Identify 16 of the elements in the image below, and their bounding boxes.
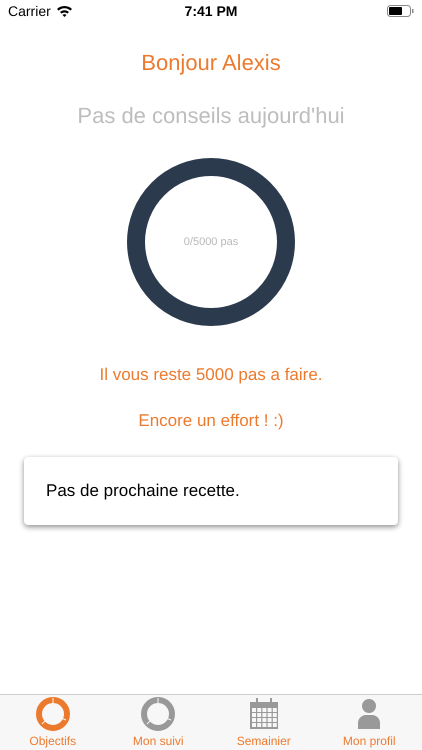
greeting: Bonjour Alexis bbox=[141, 50, 281, 76]
remaining-steps-text: Il vous reste 5000 pas a faire. bbox=[99, 365, 323, 385]
encouragement-text: Encore un effort ! :) bbox=[138, 411, 284, 431]
tab[interactable]: Semainier bbox=[211, 695, 316, 750]
tab[interactable]: Mon suivi bbox=[106, 695, 211, 750]
tab[interactable]: Objectifs bbox=[0, 695, 106, 750]
battery-icon bbox=[387, 5, 414, 17]
advice-text: Pas de conseils aujourd'hui bbox=[77, 103, 345, 129]
person-icon bbox=[357, 698, 382, 730]
carrier-name: Carrier bbox=[8, 3, 51, 19]
steps-reading: 0/5000 pas bbox=[184, 236, 238, 248]
wifi-icon bbox=[56, 5, 73, 17]
calendar-icon bbox=[248, 696, 280, 730]
tab[interactable]: Mon profil bbox=[316, 695, 422, 750]
recipe-card: Pas de prochaine recette. bbox=[24, 457, 398, 525]
clock-time: 7:41 PM bbox=[184, 3, 238, 19]
